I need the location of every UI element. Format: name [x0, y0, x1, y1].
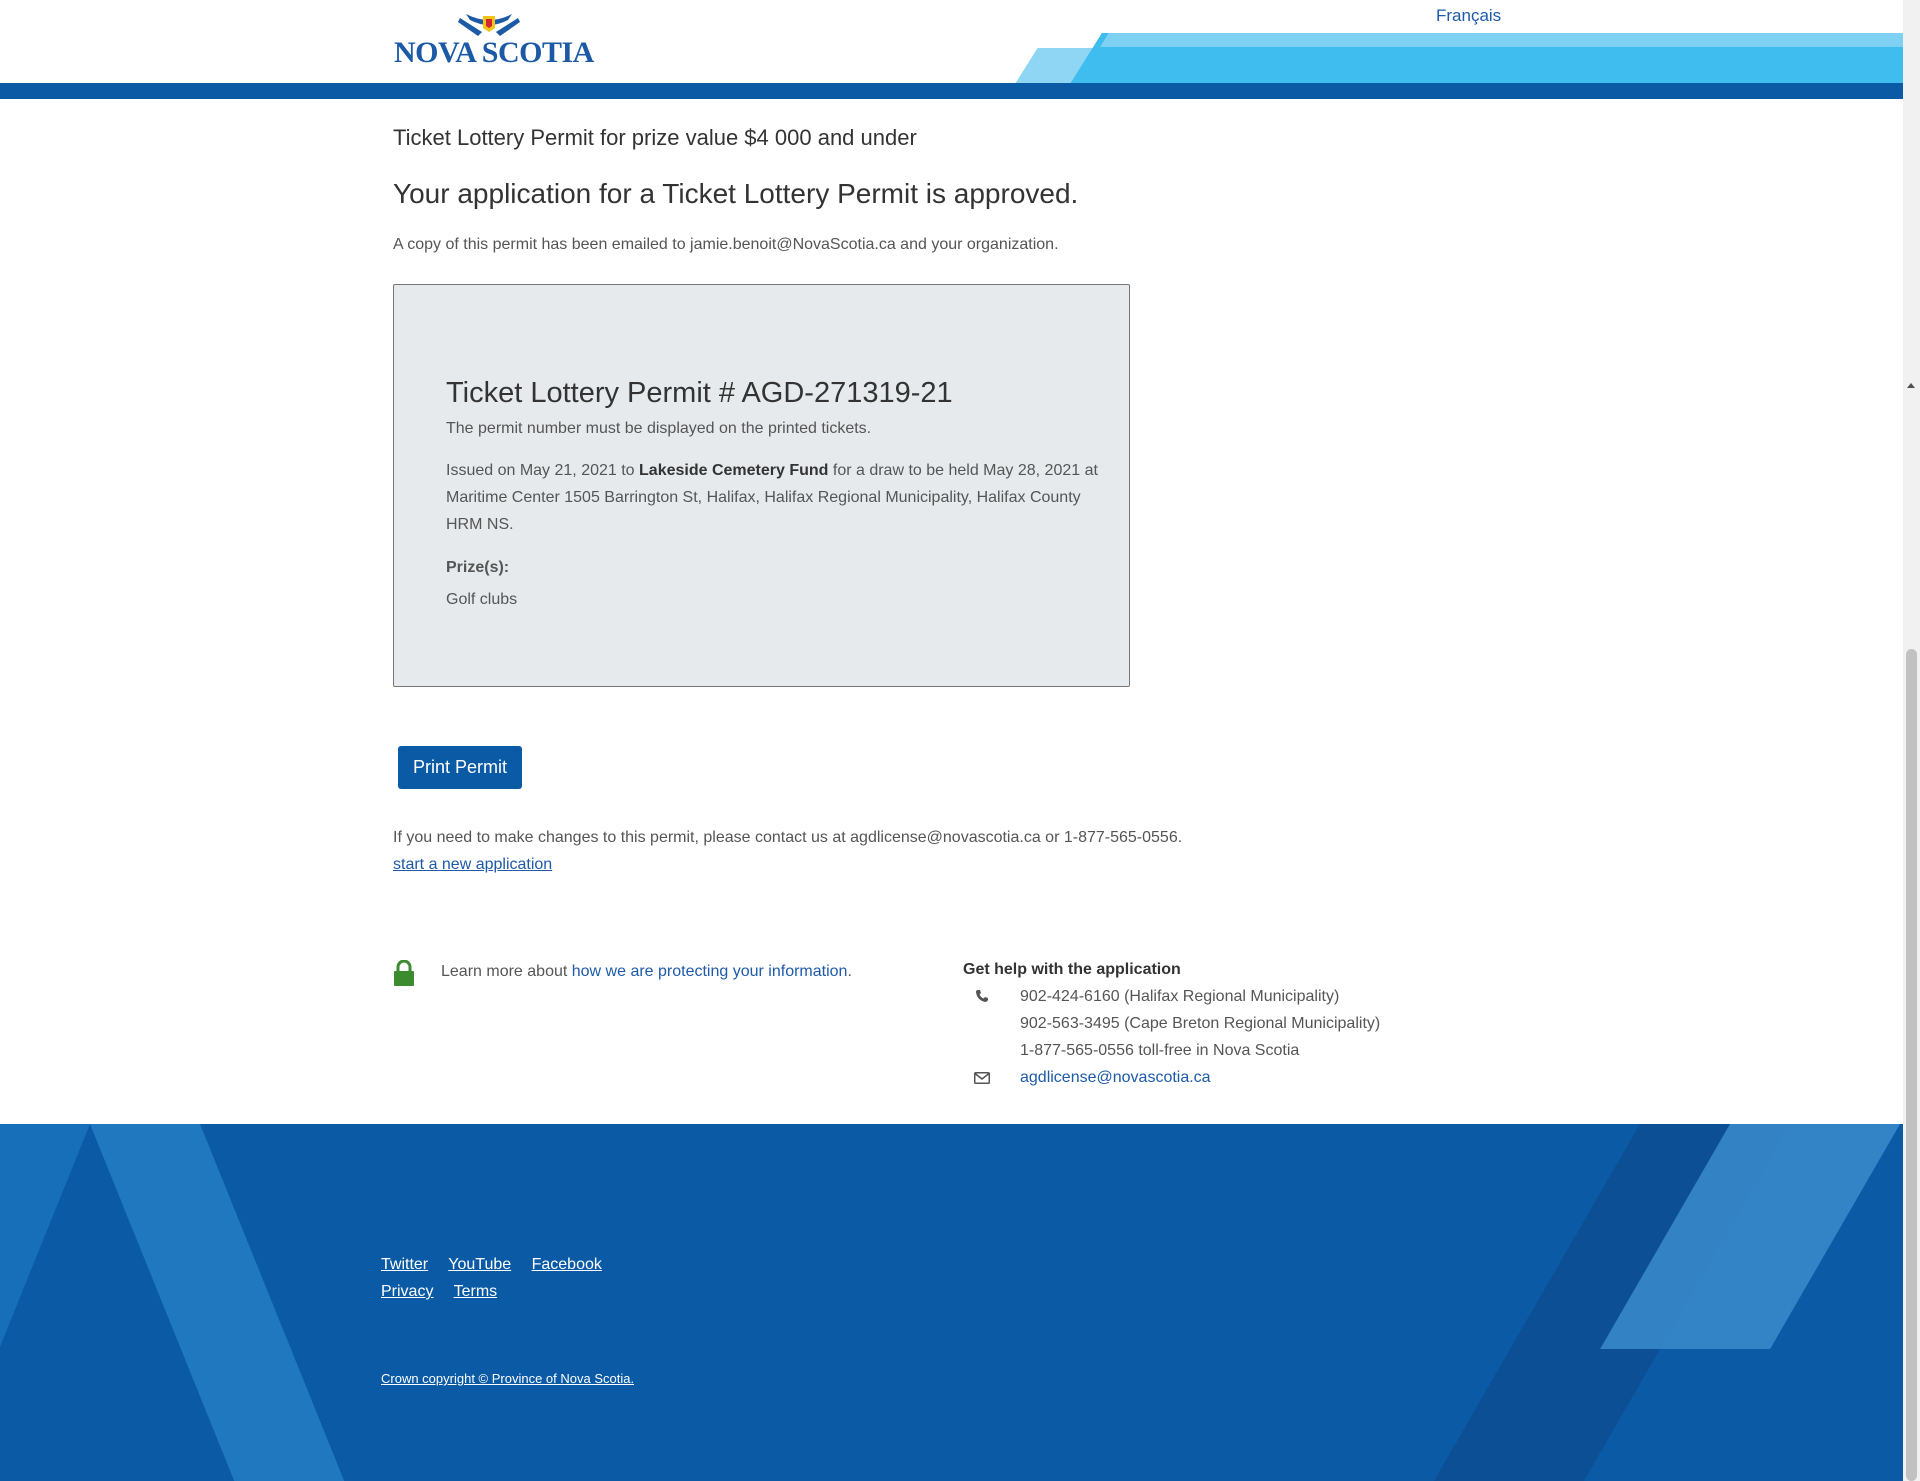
- footer-shape: [0, 1124, 90, 1481]
- youtube-link[interactable]: YouTube: [448, 1256, 511, 1273]
- scroll-up-arrow-icon[interactable]: [1907, 383, 1915, 388]
- help-phone-cape-breton[interactable]: 902-563-3495 (Cape Breton Regional Munic…: [1020, 1015, 1380, 1033]
- permit-issued-details: Issued on May 21, 2021 to Lakeside Cemet…: [446, 457, 1106, 538]
- site-header: NOVA SCOTIA Français: [0, 0, 1903, 99]
- help-email-link[interactable]: agdlicense@novascotia.ca: [1020, 1069, 1211, 1086]
- help-title: Get help with the application: [963, 961, 1181, 978]
- organization-name: Lakeside Cemetery Fund: [639, 462, 829, 479]
- footer-social-links: Twitter YouTube Facebook: [381, 1256, 618, 1274]
- logo-text: NOVA SCOTIA: [394, 36, 594, 69]
- lock-icon: [394, 960, 414, 986]
- help-email: agdlicense@novascotia.ca: [1020, 1069, 1211, 1087]
- page-title: Your application for a Ticket Lottery Pe…: [393, 178, 1079, 209]
- help-section: Get help with the application 902-424-61…: [963, 961, 1463, 1086]
- changes-contact-note: If you need to make changes to this perm…: [393, 829, 1183, 846]
- twitter-link[interactable]: Twitter: [381, 1256, 428, 1273]
- site-footer: Twitter YouTube Facebook Privacy Terms C…: [0, 1124, 1903, 1481]
- envelope-icon: [974, 1072, 990, 1084]
- header-stripe-top: [1100, 33, 1903, 47]
- privacy-text: Learn more about: [441, 963, 572, 980]
- facebook-link[interactable]: Facebook: [532, 1256, 602, 1273]
- print-permit-button[interactable]: Print Permit: [398, 746, 522, 789]
- issued-prefix: Issued on May 21, 2021 to: [446, 462, 640, 479]
- page-subtitle: Ticket Lottery Permit for prize value $4…: [393, 125, 917, 150]
- help-phone-toll-free[interactable]: 1-877-565-0556 toll-free in Nova Scotia: [1020, 1042, 1299, 1060]
- copyright-link[interactable]: Crown copyright © Province of Nova Scoti…: [381, 1371, 634, 1386]
- header-bar: [0, 83, 1903, 99]
- scrollbar-thumb[interactable]: [1906, 649, 1917, 1481]
- privacy-note: Learn more about how we are protecting y…: [441, 963, 852, 981]
- footer-legal-links: Privacy Terms: [381, 1283, 513, 1301]
- phone-icon: [976, 990, 988, 1002]
- prizes-label: Prize(s):: [446, 559, 510, 576]
- privacy-link[interactable]: Privacy: [381, 1283, 433, 1300]
- vertical-scrollbar[interactable]: [1903, 0, 1920, 1481]
- footer-shape: [90, 1124, 346, 1481]
- start-new-application-link[interactable]: start a new application: [393, 856, 552, 874]
- permit-display-note: The permit number must be displayed on t…: [446, 420, 872, 437]
- nova-scotia-logo[interactable]: NOVA SCOTIA: [394, 12, 594, 69]
- permit-card: Ticket Lottery Permit # AGD-271319-21 Th…: [393, 284, 1130, 687]
- privacy-info-link[interactable]: how we are protecting your information: [572, 963, 848, 980]
- email-confirmation-note: A copy of this permit has been emailed t…: [393, 236, 1059, 253]
- permit-number-title: Ticket Lottery Permit # AGD-271319-21: [446, 377, 953, 409]
- language-toggle-link[interactable]: Français: [1436, 6, 1501, 26]
- terms-link[interactable]: Terms: [454, 1283, 498, 1300]
- help-phone-halifax[interactable]: 902-424-6160 (Halifax Regional Municipal…: [1020, 988, 1339, 1006]
- prize-item: Golf clubs: [446, 591, 518, 608]
- privacy-suffix: .: [847, 963, 852, 980]
